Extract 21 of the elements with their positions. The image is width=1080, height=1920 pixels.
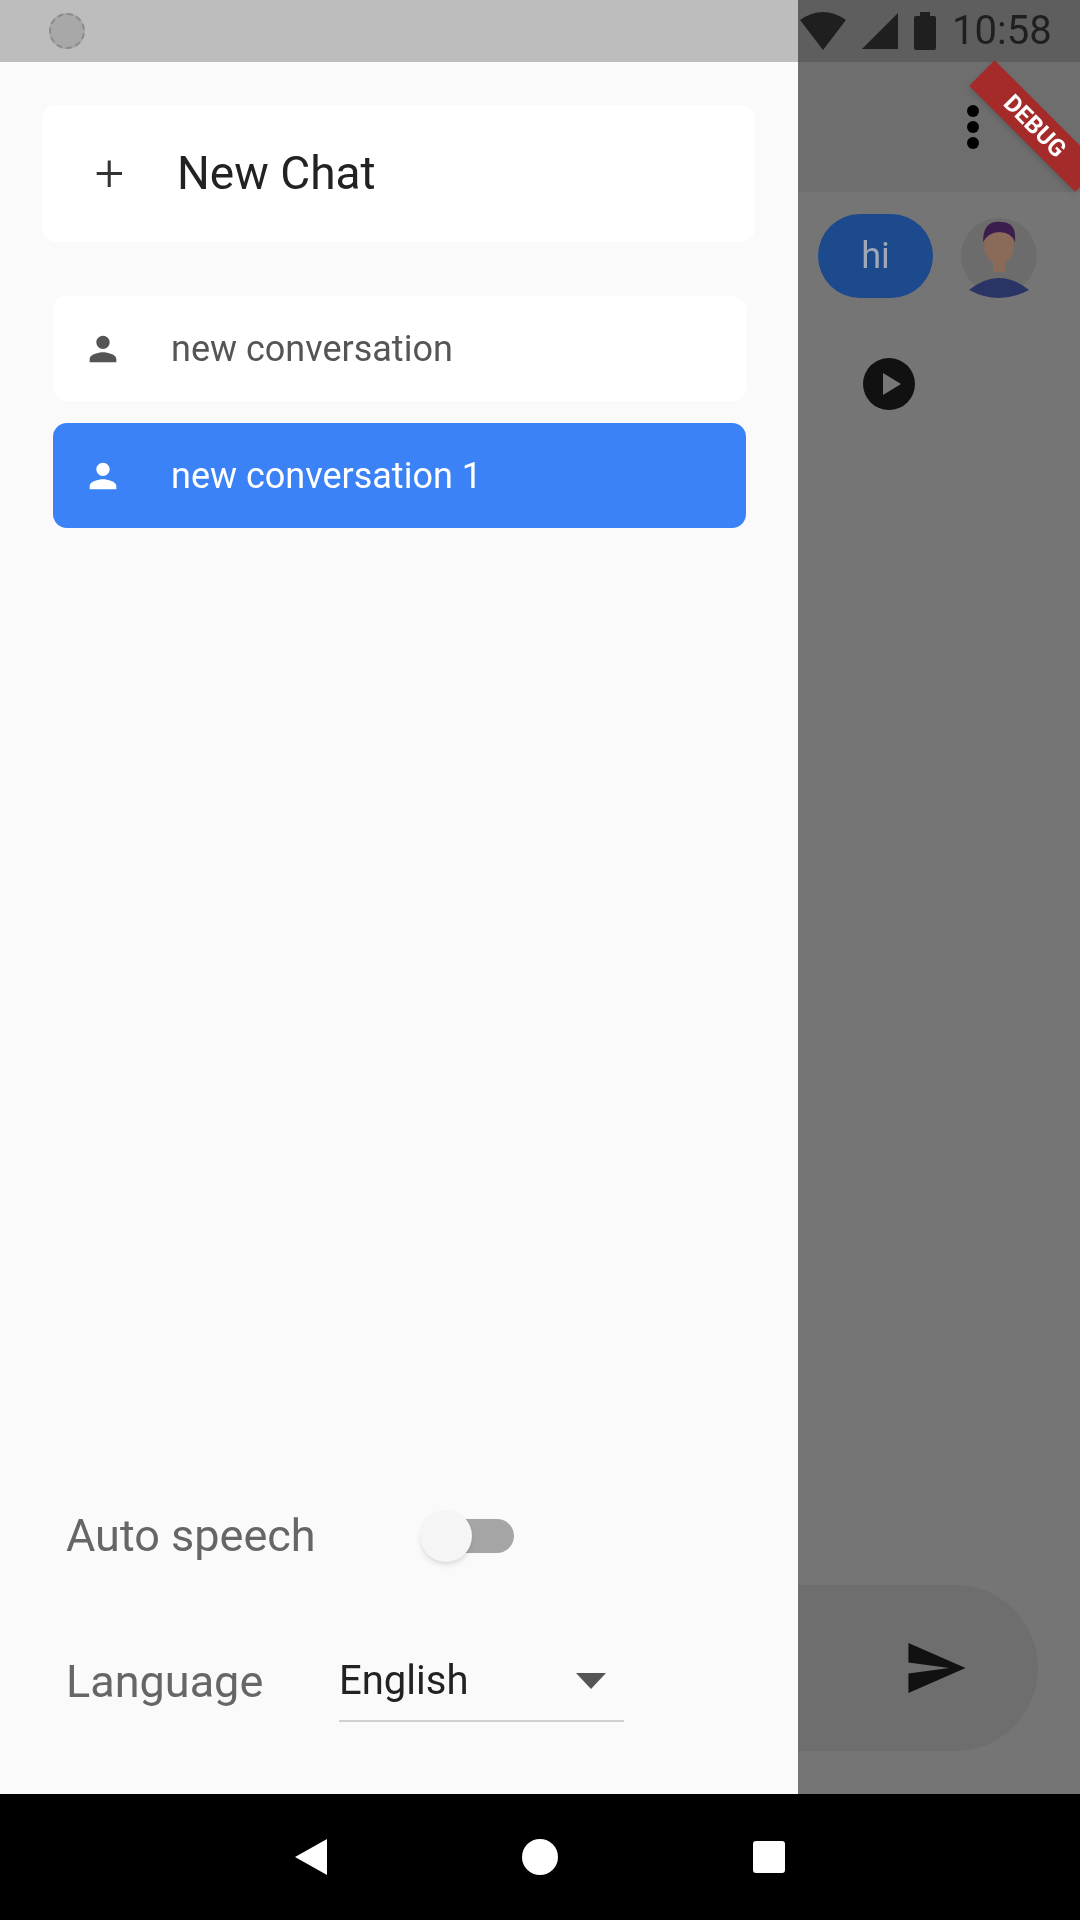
auto-speech-label: Auto speech: [66, 1508, 317, 1565]
play-icon[interactable]: [863, 358, 915, 410]
dropdown-caret-icon: [576, 1673, 606, 1689]
send-icon[interactable]: [908, 1643, 966, 1693]
signal-icon: [862, 13, 898, 49]
battery-icon: [914, 12, 936, 50]
conversation-item[interactable]: new conversation 1: [53, 423, 746, 528]
conversation-item[interactable]: new conversation: [53, 296, 746, 401]
more-options-icon[interactable]: [966, 105, 980, 149]
message-input-field[interactable]: [798, 1585, 1038, 1751]
language-label: Language: [66, 1654, 265, 1711]
clock-time: 10:58: [952, 6, 1052, 56]
language-dropdown[interactable]: English: [339, 1642, 624, 1722]
auto-speech-switch[interactable]: [420, 1508, 514, 1564]
plus-icon: +: [42, 147, 177, 200]
message-bubble: hi: [818, 214, 933, 298]
new-chat-button[interactable]: + New Chat: [42, 105, 755, 242]
home-icon[interactable]: [522, 1839, 558, 1875]
wifi-icon: [800, 12, 846, 50]
notification-icon: [49, 13, 85, 49]
back-icon[interactable]: [295, 1839, 327, 1875]
